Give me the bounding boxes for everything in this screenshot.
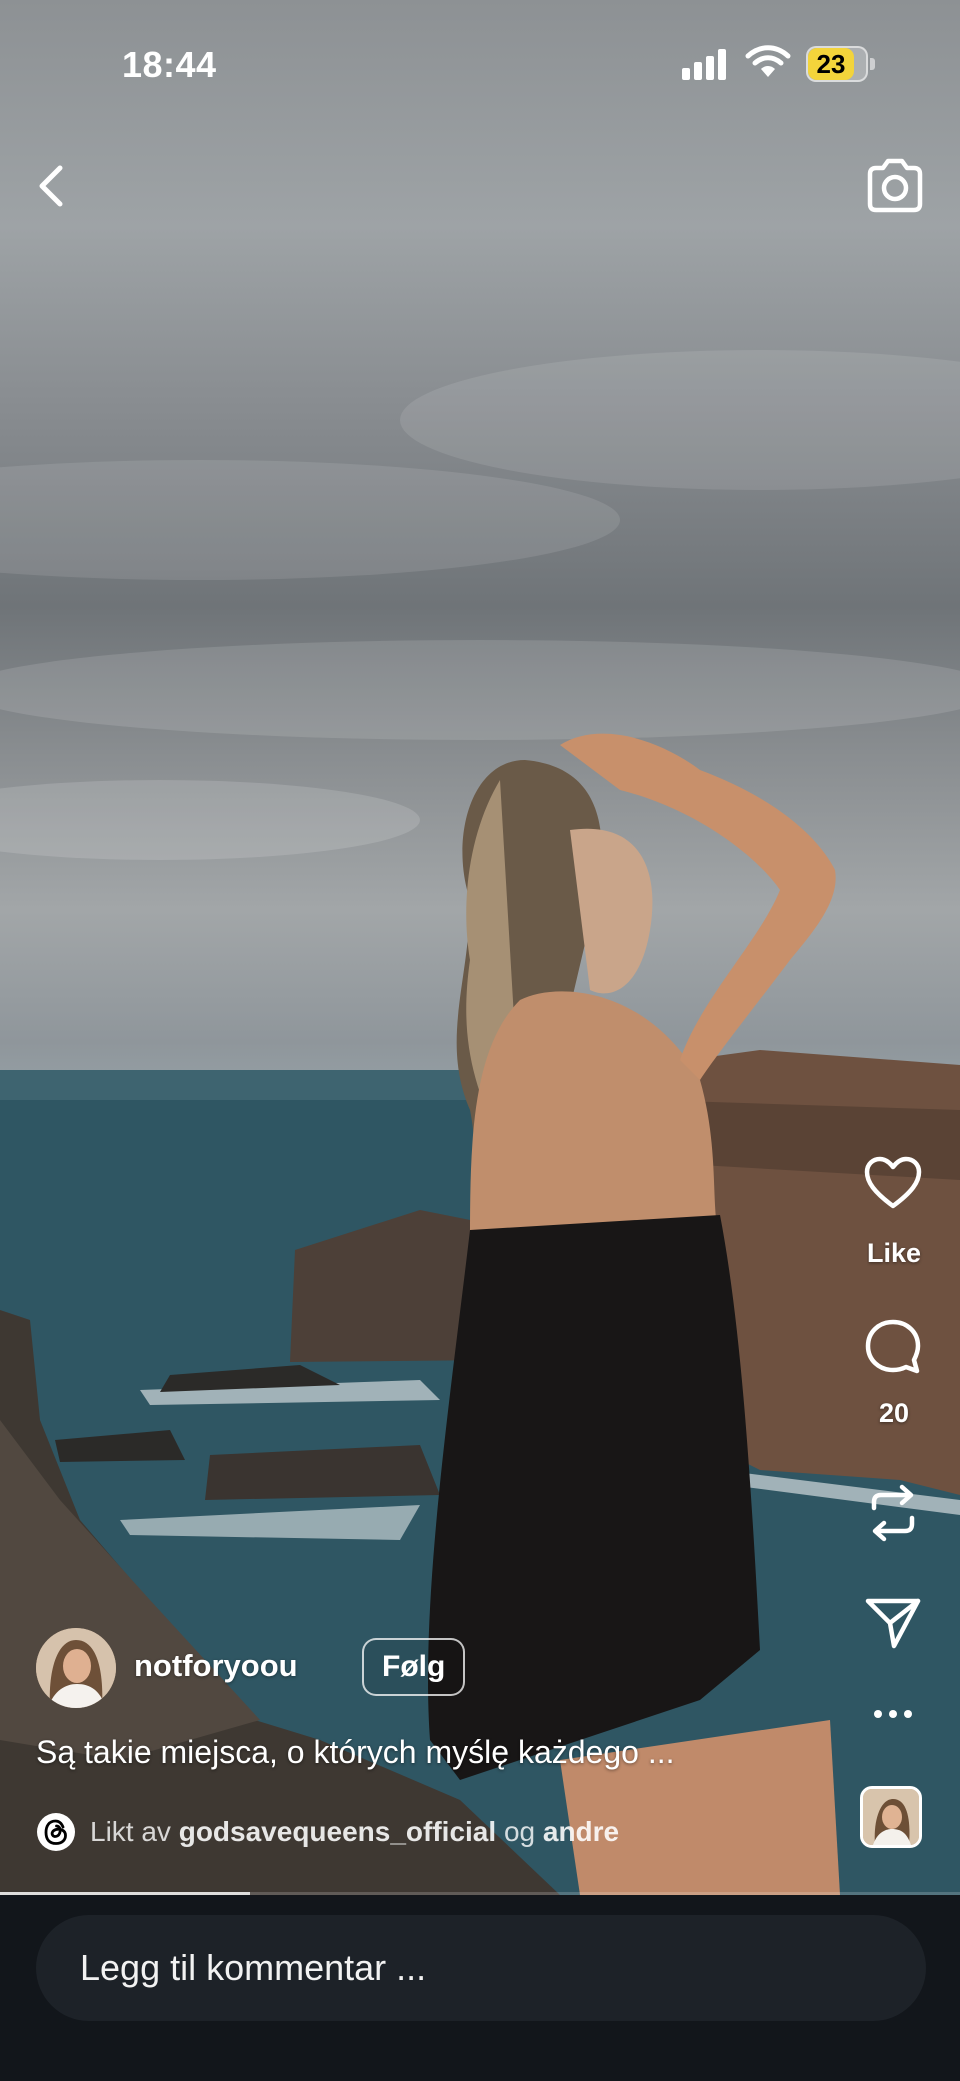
battery-cap — [870, 58, 875, 70]
author-row: notforyoou Følg — [36, 1628, 736, 1708]
post-caption[interactable]: Są takie miejsca, o których myślę każdeg… — [36, 1734, 674, 1771]
chevron-left-icon[interactable] — [30, 160, 74, 212]
repost-icon[interactable] — [864, 1482, 922, 1544]
liked-by-text: Likt av godsavequeens_official og andre — [90, 1816, 619, 1848]
status-bar: 18:44 23 — [0, 0, 960, 130]
liked-by-prefix: Likt av — [90, 1816, 171, 1847]
audio-thumbnail-image — [863, 1789, 919, 1845]
paper-plane-icon[interactable] — [864, 1596, 922, 1650]
liked-by-user[interactable]: godsavequeens_official — [179, 1816, 496, 1847]
liked-by-others[interactable]: andre — [543, 1816, 619, 1847]
liked-by-conjunction: og — [503, 1816, 536, 1847]
avatar-image — [36, 1628, 116, 1708]
video-scene-illustration — [0, 350, 960, 1895]
cellular-signal-icon — [682, 49, 726, 80]
more-dots-icon[interactable] — [873, 1709, 913, 1719]
speech-bubble-icon[interactable] — [864, 1318, 922, 1376]
audio-thumbnail[interactable] — [860, 1786, 922, 1848]
comments-count: 20 — [878, 1398, 910, 1428]
video-frame[interactable] — [0, 0, 960, 1895]
comment-input[interactable]: Legg til kommentar ... — [36, 1915, 926, 2021]
heart-icon[interactable] — [864, 1156, 922, 1210]
like-label: Like — [867, 1238, 922, 1268]
wifi-icon — [745, 45, 791, 77]
avatar[interactable] — [36, 1628, 116, 1708]
username[interactable]: notforyoou — [134, 1648, 298, 1684]
status-time: 18:44 — [122, 44, 217, 85]
follow-button[interactable]: Følg — [362, 1638, 466, 1696]
threads-icon — [37, 1813, 75, 1851]
camera-icon[interactable] — [864, 158, 926, 214]
battery-level: 23 — [808, 48, 854, 80]
